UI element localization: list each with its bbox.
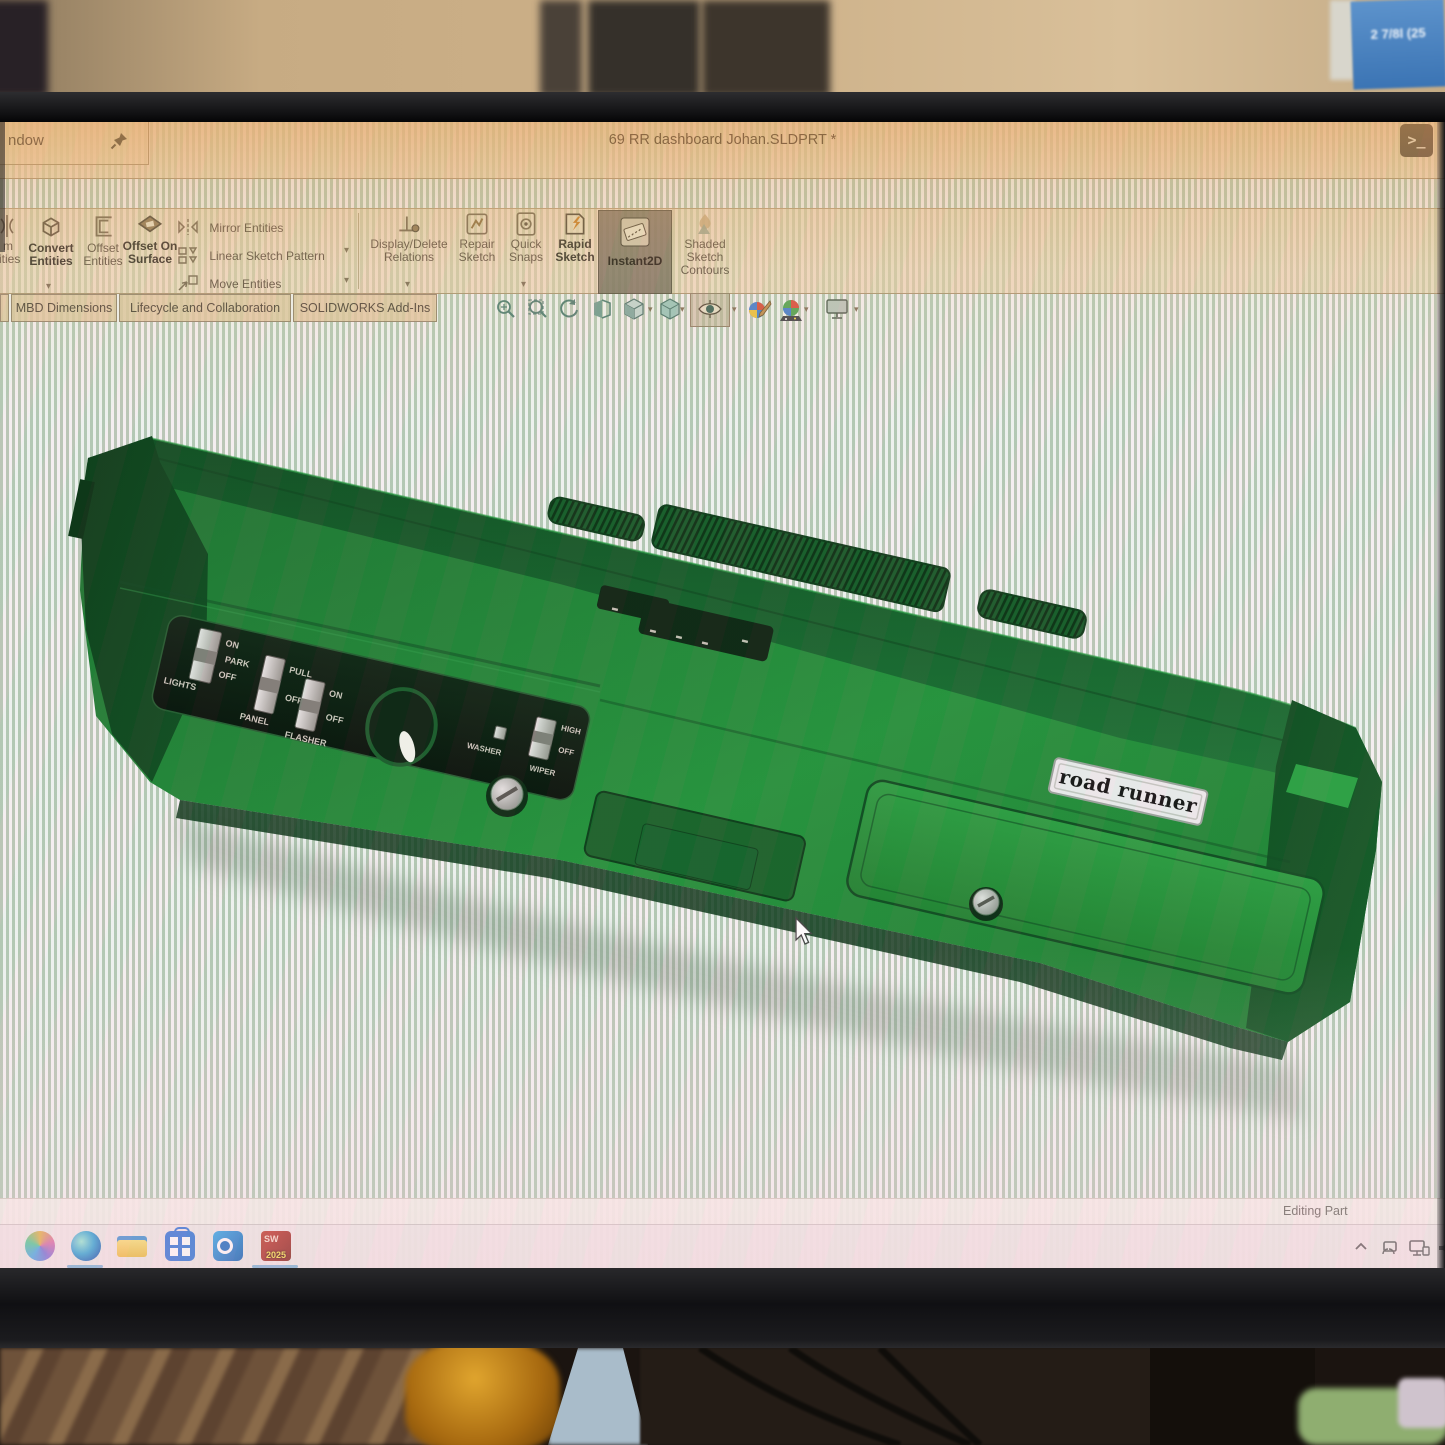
view-settings-icon[interactable] [824, 297, 852, 321]
rapid-sketch-icon [561, 211, 589, 237]
previous-view-icon[interactable] [558, 297, 582, 321]
ribbon-button-shaded-sketch-contours[interactable]: Shaded Sketch Contours [674, 211, 736, 277]
apply-scene-icon[interactable] [778, 297, 804, 323]
trim-label-2: tities [0, 252, 20, 266]
photo-of-monitor: 2 7/8l (25 ndow 69 RR dashboard Johan.SL… [0, 0, 1445, 1445]
ribbon-button-offset-on-surface[interactable]: Offset On Surface [122, 213, 178, 266]
ribbon-button-mirror-entities[interactable]: Mirror Entities [176, 217, 283, 237]
monitor-left-bezel-edge [0, 122, 5, 252]
section-view-icon[interactable] [590, 297, 614, 321]
desk-area [0, 1348, 1445, 1445]
instant2d-label: Instant2D [599, 254, 671, 268]
ribbon-toolbar: m tities Convert Entities ▾ Offset Entit… [0, 208, 1445, 294]
ribbon-button-convert-entities[interactable]: Convert Entities [22, 213, 80, 268]
screen: ndow 69 RR dashboard Johan.SLDPRT * >_ m… [0, 122, 1445, 1268]
monitor-right-bezel-edge [1437, 122, 1445, 1268]
linear-pattern-caret[interactable]: ▾ [344, 245, 349, 256]
instant2d-icon [618, 215, 652, 249]
taskbar-copilot-icon[interactable] [25, 1231, 55, 1261]
taskbar-outlook-icon[interactable] [213, 1231, 243, 1261]
ribbon-button-linear-sketch-pattern[interactable]: Linear Sketch Pattern [176, 245, 325, 265]
product-box: 2 7/8l (25 [1350, 0, 1445, 90]
room-object [540, 0, 582, 97]
apply-scene-caret[interactable]: ▾ [804, 304, 809, 315]
ribbon-button-repair-sketch[interactable]: Repair Sketch [452, 211, 502, 264]
monitor-stand [1150, 1348, 1315, 1445]
convert-entities-caret[interactable]: ▾ [46, 281, 51, 292]
status-bar: Editing Part [0, 1198, 1445, 1225]
zoom-to-fit-icon[interactable] [494, 297, 518, 321]
ribbon-button-instant2d[interactable]: Instant2D [598, 210, 672, 294]
tray-network-display-icon[interactable] [1408, 1238, 1430, 1263]
view-settings-caret[interactable]: ▾ [854, 304, 859, 315]
cable-area [640, 1348, 1160, 1445]
view-orientation-icon[interactable] [622, 297, 646, 321]
linear-sketch-pattern-icon [176, 245, 200, 265]
plastic-bag [1398, 1378, 1445, 1428]
command-tabs-row: MBD Dimensions Lifecycle and Collaborati… [0, 292, 1445, 330]
ribbon-button-move-entities[interactable]: Move Entities [176, 273, 281, 293]
repair-sketch-icon [463, 211, 491, 237]
move-entities-icon [176, 273, 200, 293]
room-object [702, 0, 830, 97]
ribbon-separator [358, 213, 359, 289]
terminal-icon[interactable]: >_ [1400, 124, 1433, 157]
monitor-top-bezel [0, 92, 1445, 122]
washer-button [493, 726, 506, 740]
graphics-area[interactable]: ON PARK OFF LIGHTS PULL OFF PANEL ON [0, 330, 1445, 1198]
status-mode: Editing Part [1283, 1204, 1348, 1218]
view-orientation-caret[interactable]: ▾ [648, 304, 653, 315]
offset-on-surface-icon [136, 213, 164, 239]
title-bar: ndow 69 RR dashboard Johan.SLDPRT * >_ [0, 122, 1445, 179]
paper-object [548, 1348, 648, 1445]
hide-show-caret[interactable]: ▾ [732, 304, 737, 315]
room-object [588, 0, 700, 97]
hide-show-items-button[interactable] [690, 293, 730, 327]
dash-vent-right [976, 588, 1088, 639]
tray-chevron-up-icon[interactable] [1352, 1238, 1370, 1261]
solidworks-year: 2025 [261, 1250, 291, 1260]
dashboard-model: ON PARK OFF LIGHTS PULL OFF PANEL ON [0, 330, 1445, 1198]
headsup-view-toolbar: ▾ ▾ ▾ ▾ ▾ [480, 292, 900, 330]
wooden-desk [0, 1348, 435, 1445]
quick-snaps-caret[interactable]: ▾ [521, 279, 526, 290]
shaded-sketch-contours-icon [692, 211, 718, 237]
ribbon-button-quick-snaps[interactable]: Quick Snaps [502, 211, 550, 264]
tab-solidworks-addins[interactable]: SOLIDWORKS Add-Ins [293, 294, 437, 322]
taskbar: SW 2025 [0, 1224, 1445, 1268]
monitor-bottom-bezel: SAMSUNG [0, 1268, 1445, 1348]
room-background: 2 7/8l (25 [0, 0, 1445, 97]
tab-mbd-dimensions[interactable]: MBD Dimensions [11, 294, 117, 322]
ribbon-button-display-delete-relations[interactable]: Display/Delete Relations [366, 211, 452, 264]
solidworks-letters: SW [264, 1234, 279, 1244]
room-shadow [0, 0, 48, 97]
display-style-icon[interactable] [658, 297, 682, 321]
tray-cast-icon[interactable] [1380, 1238, 1400, 1263]
display-delete-caret[interactable]: ▾ [405, 279, 410, 290]
product-box-text: 2 7/8l (25 [1370, 25, 1425, 42]
taskbar-file-explorer-icon[interactable] [117, 1231, 147, 1261]
taskbar-solidworks-icon[interactable]: SW 2025 [261, 1231, 291, 1261]
display-delete-relations-icon [395, 211, 423, 237]
window-title: 69 RR dashboard Johan.SLDPRT * [0, 132, 1445, 148]
mirror-entities-icon [176, 217, 200, 237]
screw [969, 887, 1003, 921]
quick-snaps-icon [512, 211, 540, 237]
display-style-caret[interactable]: ▾ [680, 304, 685, 315]
zoom-to-area-icon[interactable] [526, 297, 550, 321]
convert-entities-icon [37, 213, 65, 241]
screw [486, 775, 528, 817]
offset-entities-icon [89, 213, 117, 241]
edit-appearance-icon[interactable] [746, 297, 772, 323]
tab-sliver[interactable] [0, 294, 9, 322]
move-entities-caret[interactable]: ▾ [344, 275, 349, 286]
taskbar-microsoft-store-icon[interactable] [165, 1231, 195, 1261]
eye-icon [697, 298, 723, 320]
pill-bottle [405, 1348, 560, 1445]
tab-lifecycle-collaboration[interactable]: Lifecycle and Collaboration [119, 294, 291, 322]
ribbon-button-rapid-sketch[interactable]: Rapid Sketch [550, 211, 600, 264]
taskbar-edge-icon[interactable] [71, 1231, 101, 1261]
